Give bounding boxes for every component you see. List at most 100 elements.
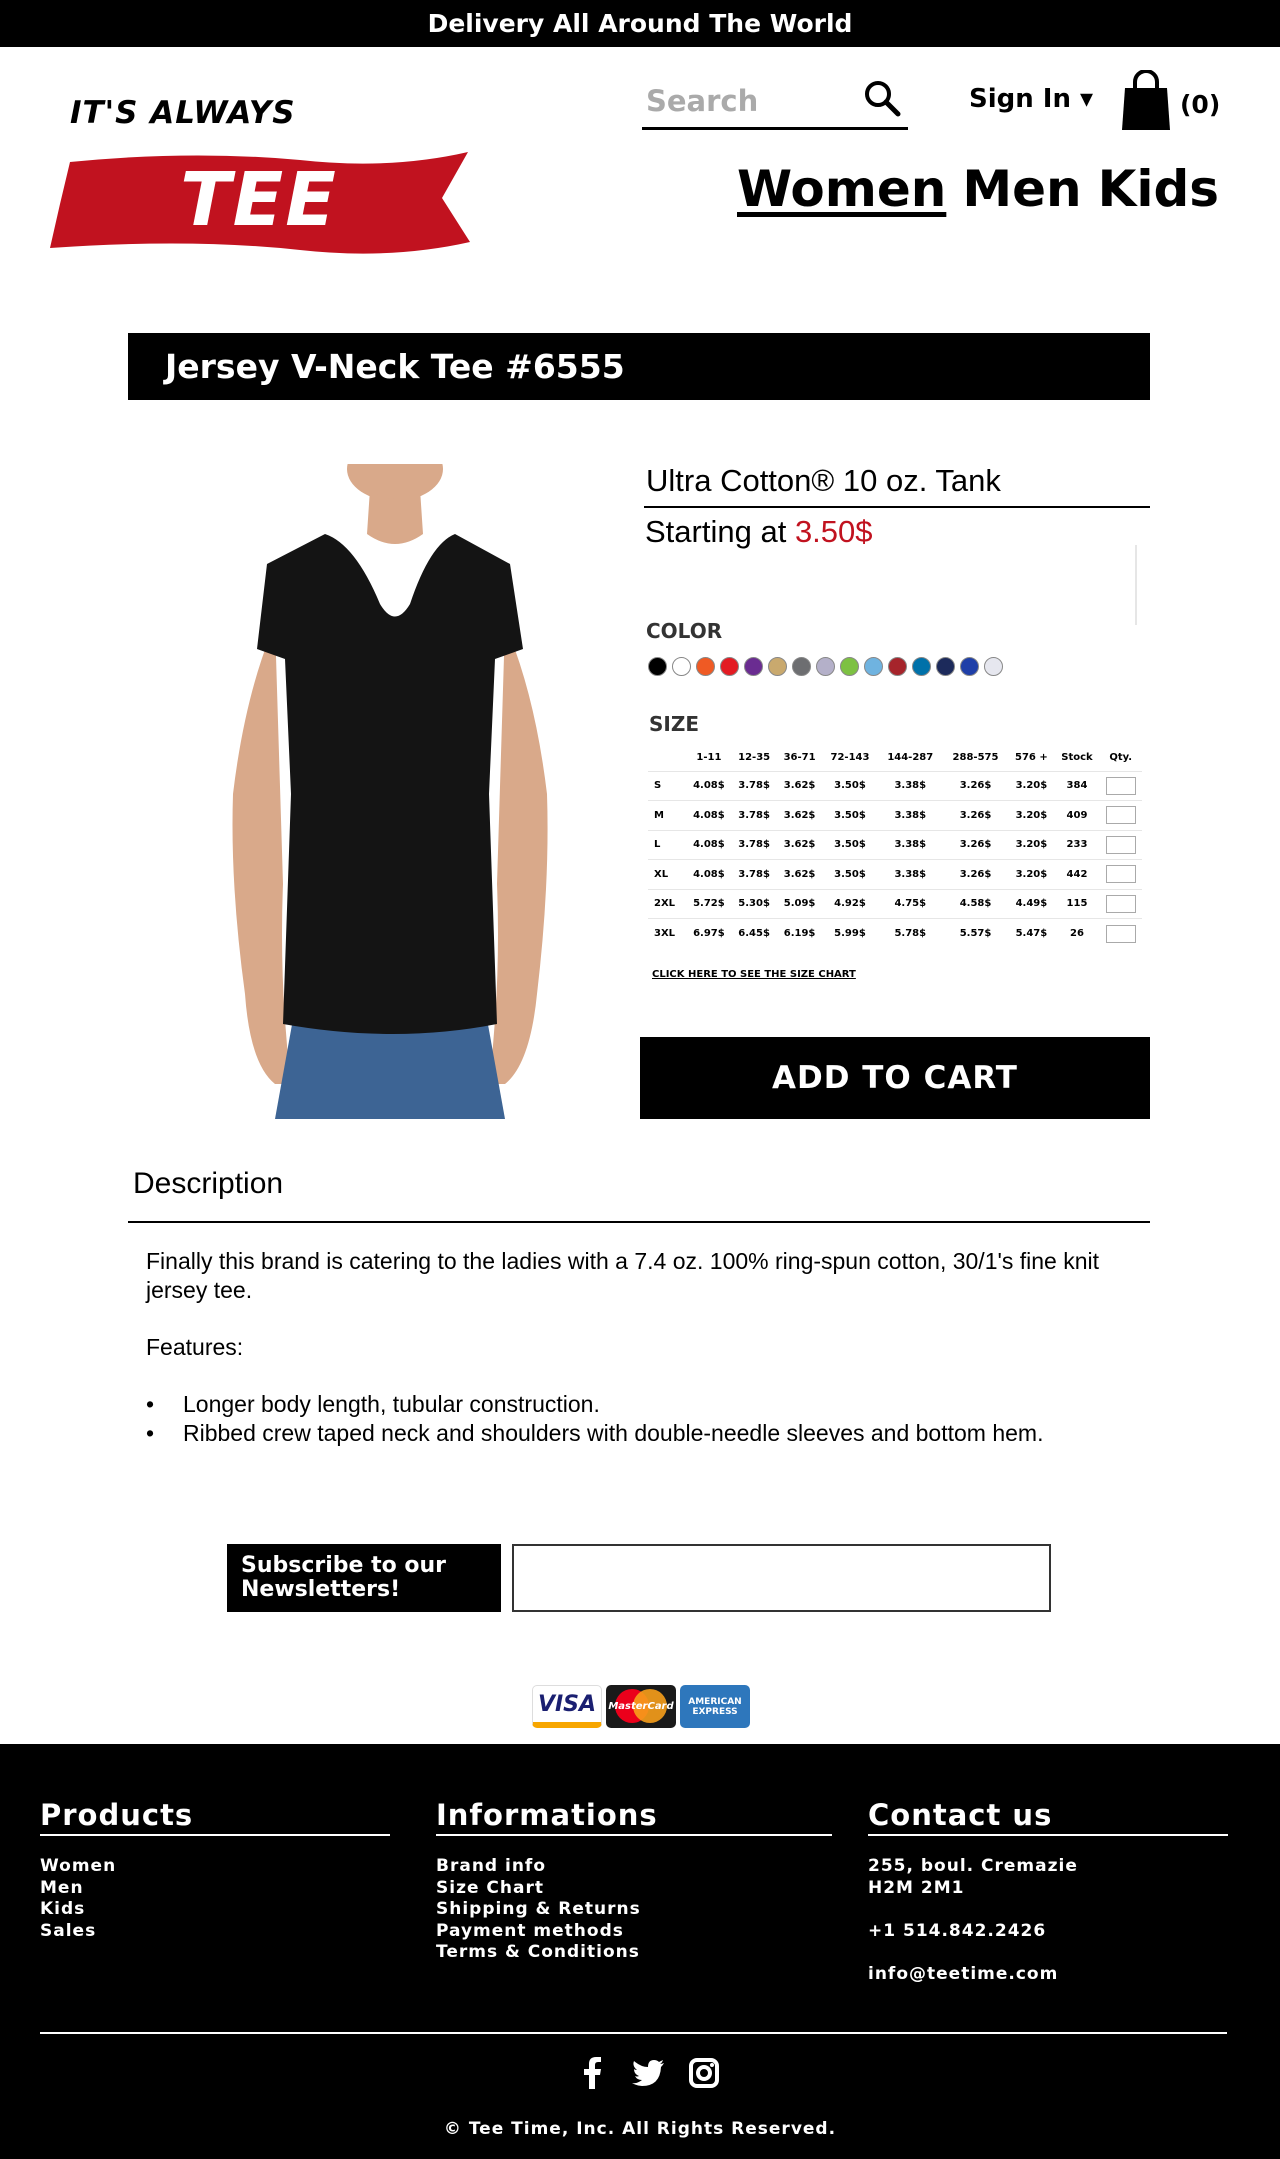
size-table-header: 12-35 (738, 752, 771, 764)
nav-kids[interactable]: Kids (1098, 160, 1219, 218)
size-price-table: 1-11 12-35 36-71 72-143 144-287 288-575 576 + S… (648, 745, 1142, 948)
qty-input[interactable] (1105, 776, 1136, 795)
twitter-icon[interactable] (632, 2056, 664, 2090)
footer-link-shipping[interactable]: Shipping & Returns (436, 1899, 832, 1921)
footer-products: Products Women Men Kids Sales (40, 1798, 390, 1942)
newsletter-email-input[interactable] (512, 1544, 1051, 1612)
size-price: 3.62$ (776, 770, 823, 801)
size-row: 2XL 5.72$ 5.30$ 5.09$ 4.92$ 4.75$ 4.58$ 4.49$ 11… (648, 888, 1142, 919)
size-price: 3.20$ (1008, 770, 1055, 801)
size-price: 5.78$ (877, 918, 943, 948)
size-price: 3.78$ (731, 859, 777, 889)
color-swatch[interactable] (792, 657, 811, 676)
footer-link-women[interactable]: Women (40, 1856, 390, 1878)
qty-cell (1099, 888, 1142, 919)
newsletter-label: Subscribe to our Newsletters! (227, 1544, 501, 1612)
contact-address-line1: 255, boul. Cremazie (868, 1856, 1078, 1876)
size-price: 3.50$ (822, 770, 878, 801)
footer-contact: Contact us 255, boul. Cremazie H2M 2M1 +… (868, 1798, 1228, 1985)
qty-input[interactable] (1105, 894, 1136, 913)
size-price: 3.26$ (942, 829, 1009, 860)
site-logo[interactable]: IT'S ALWAYS TEE TIME (50, 95, 480, 329)
color-swatch[interactable] (888, 657, 907, 676)
footer-link-terms[interactable]: Terms & Conditions (436, 1942, 832, 1964)
size-price: 4.08$ (686, 859, 732, 889)
nav-women[interactable]: Women (737, 160, 946, 218)
color-swatch[interactable] (744, 657, 763, 676)
qty-cell (1099, 918, 1142, 948)
size-price: 4.49$ (1008, 888, 1055, 919)
color-swatch[interactable] (984, 657, 1003, 676)
size-price: 3.38$ (877, 829, 943, 860)
description-title: Description (128, 1167, 1150, 1223)
color-swatch[interactable] (648, 657, 667, 676)
footer-informations-title: Informations (436, 1798, 832, 1836)
footer-products-title: Products (40, 1798, 390, 1836)
logo-tagline: IT'S ALWAYS (70, 95, 296, 131)
qty-input[interactable] (1105, 806, 1136, 825)
qty-input[interactable] (1105, 835, 1136, 854)
nav-men[interactable]: Men (962, 160, 1081, 218)
color-swatch[interactable] (936, 657, 955, 676)
footer-link-size-chart[interactable]: Size Chart (436, 1878, 832, 1900)
footer-link-men[interactable]: Men (40, 1878, 390, 1900)
footer-link-brand-info[interactable]: Brand info (436, 1856, 832, 1878)
sign-in-menu[interactable]: Sign In ▾ (969, 84, 1093, 114)
feature-item: Longer body length, tubular construction… (146, 1390, 1146, 1419)
facebook-icon[interactable] (576, 2056, 608, 2090)
mastercard-text: MasterCard (608, 1701, 674, 1712)
size-price: 3.50$ (822, 800, 878, 830)
features-list: Longer body length, tubular construction… (146, 1390, 1146, 1448)
footer-link-kids[interactable]: Kids (40, 1899, 390, 1921)
cart-count[interactable]: (0) (1180, 90, 1220, 119)
qty-input[interactable] (1105, 924, 1136, 943)
size-price: 5.72$ (686, 888, 732, 919)
size-name: XL (648, 859, 687, 889)
size-row: XL 4.08$ 3.78$ 3.62$ 3.50$ 3.38$ 3.26$ 3.20$ 442 (648, 859, 1142, 889)
logo-name: TEE TIME (153, 157, 365, 329)
qty-input[interactable] (1105, 865, 1136, 884)
visa-logo: VISA (532, 1685, 602, 1728)
color-swatch[interactable] (696, 657, 715, 676)
color-swatch[interactable] (912, 657, 931, 676)
footer-link-sales[interactable]: Sales (40, 1921, 390, 1943)
search-icon[interactable] (862, 78, 902, 118)
size-price: 5.57$ (942, 918, 1009, 948)
size-price: 4.08$ (686, 829, 732, 860)
color-swatch[interactable] (672, 657, 691, 676)
divider (1135, 545, 1137, 625)
footer-informations: Informations Brand info Size Chart Shipp… (436, 1798, 832, 1964)
size-row: M 4.08$ 3.78$ 3.62$ 3.50$ 3.38$ 3.26$ 3.20$ 409 (648, 800, 1142, 830)
search-input[interactable] (646, 84, 846, 118)
color-swatch[interactable] (864, 657, 883, 676)
instagram-icon[interactable] (688, 2056, 720, 2090)
contact-email[interactable]: info@teetime.com (868, 1964, 1228, 1986)
size-table-header: 576 + (1015, 752, 1048, 764)
add-to-cart-button[interactable]: ADD TO CART (640, 1037, 1150, 1119)
size-name: 2XL (648, 888, 687, 919)
size-name: 3XL (648, 918, 687, 948)
shopping-bag-icon[interactable] (1121, 69, 1171, 132)
footer-divider (40, 2032, 1227, 2034)
color-swatch[interactable] (720, 657, 739, 676)
size-chart-link[interactable]: CLICK HERE TO SEE THE SIZE CHART (652, 969, 856, 980)
size-price: 3.78$ (731, 829, 777, 860)
footer-link-payment[interactable]: Payment methods (436, 1921, 832, 1943)
size-price: 3.38$ (877, 770, 943, 801)
size-price: 3.26$ (942, 800, 1009, 830)
size-price: 3.20$ (1008, 800, 1055, 830)
size-price: 4.92$ (822, 888, 878, 919)
size-price: 6.45$ (731, 918, 777, 948)
color-swatch[interactable] (816, 657, 835, 676)
stock-count: 442 (1054, 859, 1100, 889)
size-name: M (648, 800, 687, 830)
color-swatch[interactable] (840, 657, 859, 676)
size-price: 3.50$ (822, 829, 878, 860)
qty-cell (1099, 800, 1142, 830)
size-price: 4.58$ (942, 888, 1009, 919)
size-table-header: Qty. (1109, 752, 1132, 764)
color-swatch[interactable] (768, 657, 787, 676)
size-price: 4.75$ (877, 888, 943, 919)
size-price: 5.99$ (822, 918, 878, 948)
color-swatch[interactable] (960, 657, 979, 676)
